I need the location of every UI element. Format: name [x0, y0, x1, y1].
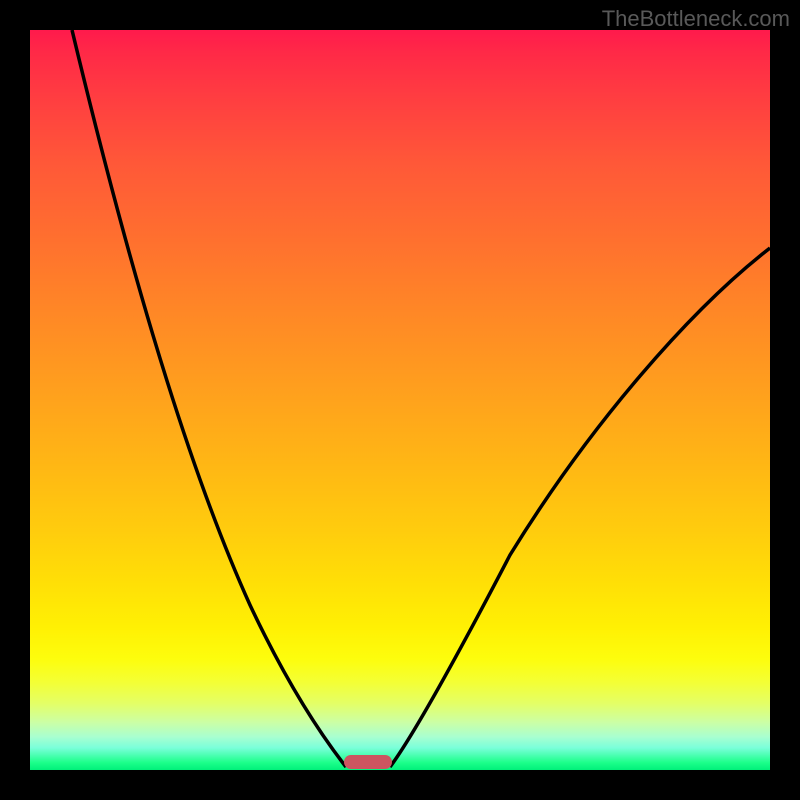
plot-area [30, 30, 770, 770]
right-curve [390, 248, 770, 767]
minimum-marker [344, 755, 392, 769]
left-curve [72, 30, 346, 767]
curves-svg [30, 30, 770, 770]
watermark-text: TheBottleneck.com [602, 6, 790, 32]
